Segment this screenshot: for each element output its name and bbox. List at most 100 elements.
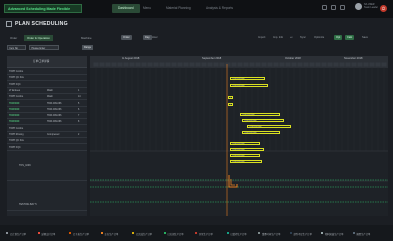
operation-cell: Compressor xyxy=(47,134,60,136)
imp-info-button[interactable]: Imp. Info xyxy=(273,35,283,40)
order-name-cell: TOPP Rinsing xyxy=(9,134,24,136)
avatar[interactable] xyxy=(355,3,362,10)
legend-label: 正在生产订单 xyxy=(104,233,119,236)
table-row[interactable]: TDW0009 TDW-009-066 8 xyxy=(7,119,87,126)
gantt-bar[interactable]: TDW-009-066 xyxy=(230,84,268,88)
day-tick xyxy=(315,62,321,67)
month-label: In August 2018 xyxy=(122,56,140,60)
day-tick xyxy=(177,62,183,67)
table-row[interactable]: TDW0009 TDW-009-066 5 xyxy=(7,101,87,107)
table-row[interactable]: LT Entrees Wash 1 xyxy=(7,88,87,94)
user-role: Team Leader xyxy=(364,6,378,10)
app-logo[interactable]: Advanced Scheduling Made Flexible xyxy=(4,4,82,13)
day-tick xyxy=(357,62,363,67)
hour-toggle[interactable]: Hour xyxy=(152,35,158,40)
gantt-bar[interactable]: TDW-009-066 xyxy=(240,113,280,117)
gantt-bar[interactable]: TDW-009-066 xyxy=(242,119,284,123)
user-info: NA USER Team Leader xyxy=(364,3,378,9)
settings-icon[interactable] xyxy=(340,5,345,10)
day-tick xyxy=(123,62,129,67)
tab-order-operation[interactable]: Order & Operation xyxy=(24,34,53,41)
qty-cell: 1 xyxy=(78,89,80,92)
legend-swatch xyxy=(163,231,166,235)
legend-label: 异常生产订单 xyxy=(199,233,213,236)
machine-row[interactable]: TOS_1009 xyxy=(7,151,87,181)
nav-tab-menu[interactable]: Menu xyxy=(137,4,157,13)
nav-tab-analysis-reports[interactable]: Analysis & Reports xyxy=(200,4,239,13)
table-row[interactable]: TOPP Combo xyxy=(7,69,87,75)
legend-label: 部件不足生产订单 xyxy=(293,233,312,236)
day-tick xyxy=(153,62,159,67)
day-tick xyxy=(237,62,243,67)
order-toggle[interactable]: Order xyxy=(121,35,132,40)
item-select[interactable]: Item No xyxy=(7,45,26,50)
legend-swatch xyxy=(352,231,355,235)
day-tick xyxy=(141,62,147,67)
machine-row[interactable]: TESTING BAY 5 xyxy=(7,181,87,211)
day-tick xyxy=(273,62,279,67)
gantt-marker[interactable]: 2 xyxy=(228,103,233,107)
day-tick xyxy=(129,62,135,67)
save-button[interactable]: Save xyxy=(362,35,368,40)
order-name-cell: TOPP FQC xyxy=(9,146,21,149)
order-search-input[interactable]: Please Enter xyxy=(29,45,59,50)
day-tick xyxy=(381,62,387,67)
gantt-bar[interactable]: TDW-009-066 xyxy=(242,131,280,135)
day-tick xyxy=(261,62,267,67)
optimize-button[interactable]: Optimize xyxy=(314,35,324,40)
gantt-chart[interactable]: In August 2018 September 2018 October 20… xyxy=(90,56,388,216)
table-row[interactable]: TOPP QC Kits xyxy=(7,138,87,145)
calc-button[interactable]: Calc xyxy=(345,35,355,40)
sync-button[interactable]: Sync xyxy=(300,35,306,40)
legend-swatch xyxy=(258,231,261,235)
legend-swatch xyxy=(132,231,135,235)
bell-icon[interactable] xyxy=(331,5,336,10)
day-toggle[interactable]: Day xyxy=(143,35,152,40)
table-row[interactable]: TOPP Combo xyxy=(7,126,87,132)
day-tick xyxy=(135,62,141,67)
import-button[interactable]: Import xyxy=(258,35,265,40)
order-name-cell: TOPP QC Kits xyxy=(9,140,24,143)
tab-order[interactable]: Order xyxy=(7,35,20,41)
legend-swatch xyxy=(289,231,292,235)
page-title: PLAN SCHEDULING xyxy=(15,20,68,27)
order-name-cell: TOPP Combo xyxy=(9,127,24,130)
opt-button[interactable]: Opt xyxy=(334,35,343,40)
table-row[interactable]: TDW0009 TDW-009-066 6 xyxy=(7,107,87,113)
operation-cell: Wash xyxy=(47,89,53,92)
gantt-bar[interactable]: TDW-009-066 xyxy=(230,77,265,81)
order-name-cell: TOPP Combo xyxy=(9,96,24,99)
gantt-bar[interactable]: TDW-009-066 xyxy=(230,142,260,146)
gantt-bar[interactable]: TDW-009-066 xyxy=(230,160,262,164)
table-row[interactable]: TOPP Rinsing Compressor 2 xyxy=(7,132,87,138)
day-tick xyxy=(369,62,375,67)
nav-tab-material-planning[interactable]: Material Planning xyxy=(160,4,197,13)
grid-icon[interactable] xyxy=(322,5,327,10)
plus-minus-button[interactable]: +/- xyxy=(290,35,293,40)
table-row[interactable]: TOPP FQC xyxy=(7,82,87,88)
gantt-bar[interactable]: TDW-009-066 xyxy=(230,154,260,158)
legend-label: 重叠时间生产订单 xyxy=(262,233,281,236)
order-list-panel: 订单/工单详情 TOPP Combo TOPP QC Kits TOPP FQC LT… xyxy=(7,56,87,216)
day-tick xyxy=(117,62,123,67)
legend-item: 已计划生产订单 xyxy=(6,231,26,236)
table-row[interactable]: TOPP FQC xyxy=(7,145,87,151)
table-row[interactable]: TDW0009 TDW-009-066 7 xyxy=(7,113,87,120)
tab-machine[interactable]: Machine xyxy=(78,35,95,41)
month-label: October 2018 xyxy=(285,56,301,60)
table-row[interactable]: TOPP QC Kits xyxy=(7,75,87,82)
power-icon[interactable]: ⏻ xyxy=(380,5,387,12)
day-tick xyxy=(189,62,195,67)
legend-swatch xyxy=(195,231,198,235)
table-row[interactable]: TOPP Combo Wash 14 xyxy=(7,94,87,101)
range-button[interactable]: Range xyxy=(82,45,94,50)
nav-tab-dashboard[interactable]: Dashboard xyxy=(112,4,140,13)
operation-cell: TDW-009-066 xyxy=(47,115,62,118)
gantt-marker[interactable]: 1 xyxy=(228,96,233,100)
legend-item: 物料短缺生产订单 xyxy=(321,231,343,236)
day-tick xyxy=(303,62,309,67)
gantt-bar[interactable]: TDW-009-066 xyxy=(247,125,291,129)
qty-cell: 2 xyxy=(78,134,80,136)
gantt-bar[interactable]: TDW-009-066 xyxy=(230,148,264,152)
legend-label: 已完成生产订单 xyxy=(136,233,153,236)
